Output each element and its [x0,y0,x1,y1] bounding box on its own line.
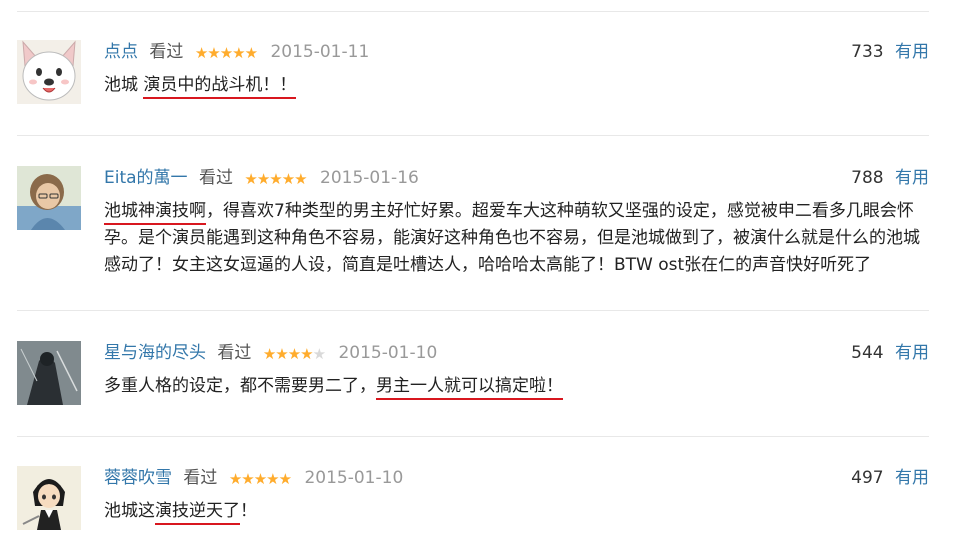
avatar[interactable] [17,466,81,530]
highlighted-text: 池城神演技啊 [104,201,206,225]
username-link[interactable]: 蓉蓉吹雪 [104,468,172,488]
divider [17,11,929,12]
vote-area: 788 有用 [851,166,929,190]
useful-button[interactable]: 有用 [895,343,929,363]
watch-status: 看过 [149,42,184,62]
review-content: 多重人格的设定，都不需要男二了，男主一人就可以搞定啦！ [104,373,926,400]
highlighted-text: 演技逆天了 [155,501,240,525]
divider [17,135,929,136]
vote-area: 544 有用 [851,341,929,365]
rating-stars: ★★★★★ [228,470,292,488]
divider [17,436,929,437]
review-text: ，得喜欢7种类型的男主好忙好累。超爱车大这种萌软又坚强的设定，感觉被申二看多几眼… [104,201,920,275]
useful-button[interactable]: 有用 [895,42,929,62]
useful-button[interactable]: 有用 [895,168,929,188]
vote-count: 733 [851,42,884,62]
cartoon-dog-avatar-icon [17,40,81,104]
review-text: 池城 [104,75,144,95]
rating-stars: ★★★★★ [194,44,258,62]
review-content: 池城神演技啊，得喜欢7种类型的男主好忙好累。超爱车大这种萌软又坚强的设定，感觉被… [104,198,926,279]
avatar[interactable] [17,166,81,230]
review-content: 池城 演员中的战斗机！！ [104,72,926,99]
review-date: 2015-01-10 [304,468,404,488]
person-photo-avatar-icon [17,166,81,230]
review-date: 2015-01-10 [338,343,438,363]
dark-art-avatar-icon [17,341,81,405]
review-date: 2015-01-11 [270,42,370,62]
watch-status: 看过 [217,343,252,363]
review-header: 星与海的尽头 看过 ★★★★★ 2015-01-10 [104,341,929,365]
rating-stars: ★★★★★ [244,170,307,188]
username-link[interactable]: 点点 [104,42,138,62]
avatar[interactable] [17,341,81,405]
review-date: 2015-01-16 [320,168,419,188]
vote-area: 497 有用 [851,466,929,490]
review-content: 池城这演技逆天了！ [104,498,926,525]
rating-stars: ★★★★★ [262,345,326,363]
avatar[interactable] [17,40,81,104]
review-text: 池城这 [104,501,155,521]
vote-count: 544 [851,343,884,363]
review-text: ！ [240,501,257,521]
vote-area: 733 有用 [851,40,929,64]
username-link[interactable]: Eita的萬一 [104,168,188,188]
useful-button[interactable]: 有用 [895,468,929,488]
anime-character-avatar-icon [17,466,81,530]
vote-count: 788 [851,168,884,188]
username-link[interactable]: 星与海的尽头 [104,343,206,363]
review-text: 多重人格的设定，都不需要男二了， [104,376,376,396]
highlighted-text: 男主一人就可以搞定啦！ [376,376,563,400]
review-header: 蓉蓉吹雪 看过 ★★★★★ 2015-01-10 [104,466,929,490]
vote-count: 497 [851,468,884,488]
review-header: Eita的萬一 看过 ★★★★★ 2015-01-16 [104,166,929,190]
highlighted-text: 演员中的战斗机！！ [143,75,297,99]
watch-status: 看过 [183,468,218,488]
review-header: 点点 看过 ★★★★★ 2015-01-11 [104,40,929,64]
divider [17,310,929,311]
watch-status: 看过 [198,168,233,188]
